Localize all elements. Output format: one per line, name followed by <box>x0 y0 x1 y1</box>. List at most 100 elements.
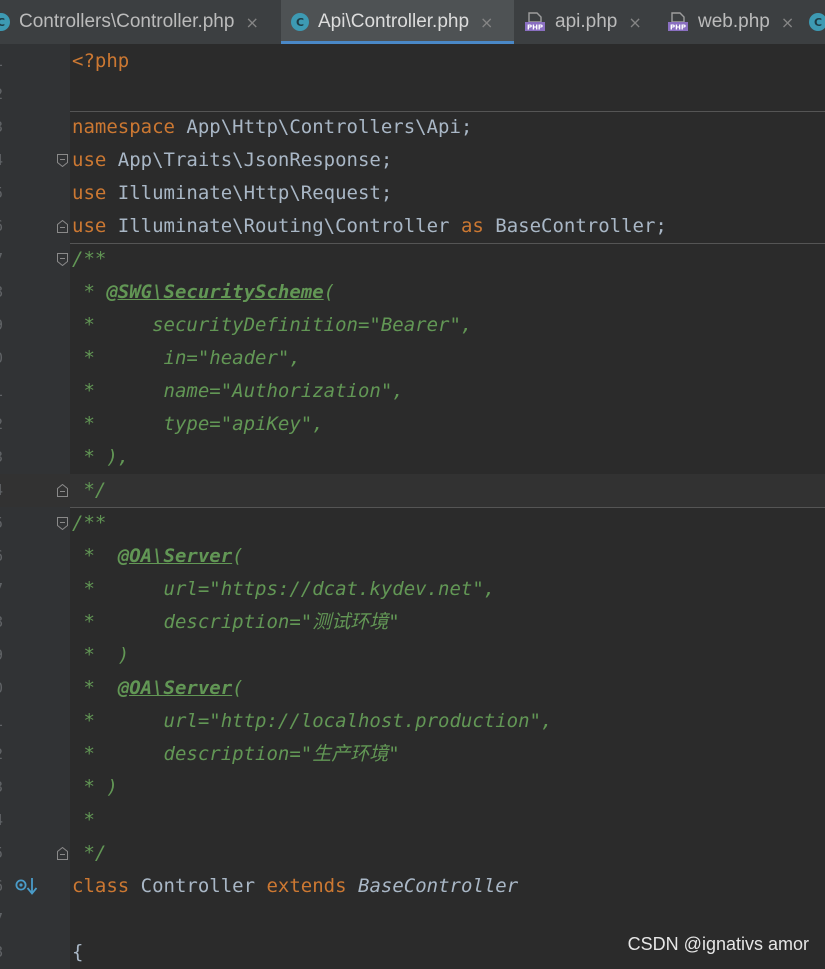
code-line: 1 * name="Authorization", <box>0 375 825 408</box>
line-text: namespace App\Http\Controllers\Api; <box>72 116 473 138</box>
code-line: 8 * description="测试环境" <box>0 606 825 639</box>
code-line: 5 */ <box>0 837 825 870</box>
line-text: * ) <box>72 644 130 666</box>
line-text: use Illuminate\Routing\Controller as Bas… <box>72 215 667 237</box>
php-class-icon: C <box>809 13 825 31</box>
line-text: /** <box>72 248 107 270</box>
close-icon[interactable]: × <box>245 13 258 32</box>
code-line: 9 * securityDefinition="Bearer", <box>0 309 825 342</box>
line-number: 8 <box>0 606 14 639</box>
editor-tab-bar: C Controllers\Controller.php × C Api\Con… <box>0 0 825 45</box>
line-text: /** <box>72 512 107 534</box>
fold-collapse-icon[interactable] <box>57 517 68 530</box>
code-line: 5 /** <box>0 507 825 540</box>
fold-collapse-icon[interactable] <box>57 154 68 167</box>
close-icon[interactable]: × <box>781 13 794 32</box>
line-number: 2 <box>0 408 14 441</box>
php-class-icon: C <box>0 13 10 31</box>
line-text: class Controller extends BaseController <box>72 875 519 897</box>
line-number: 7 <box>0 903 14 936</box>
svg-text:PHP: PHP <box>527 24 543 32</box>
overrides-method-icon[interactable] <box>14 876 38 898</box>
line-text: * type="apiKey", <box>72 413 324 435</box>
tab-web-php[interactable]: PHP web.php × <box>667 0 807 44</box>
line-number: 7 <box>0 243 14 276</box>
line-number: 0 <box>0 672 14 705</box>
line-number: 4 <box>0 804 14 837</box>
tab-label: api.php <box>555 11 618 32</box>
fold-end-icon[interactable] <box>57 484 68 497</box>
code-line: 7 <box>0 903 825 936</box>
code-line: 4 use App\Traits\JsonResponse; <box>0 144 825 177</box>
code-line: 1 <?php <box>0 45 825 78</box>
line-text: * ), <box>72 446 130 468</box>
line-number: 2 <box>0 78 14 111</box>
line-number: 0 <box>0 342 14 375</box>
line-text: * ) <box>72 776 118 798</box>
line-number: 4 <box>0 474 14 507</box>
fold-end-icon[interactable] <box>57 220 68 233</box>
line-text: * @SWG\SecurityScheme( <box>72 281 336 303</box>
tab-controllers-controller[interactable]: C Controllers\Controller.php × <box>0 0 274 44</box>
code-line: 9 * ) <box>0 639 825 672</box>
tab-api-php[interactable]: PHP api.php × <box>524 0 659 44</box>
line-text: { <box>72 941 84 963</box>
code-line: 3 namespace App\Http\Controllers\Api; <box>0 111 825 144</box>
line-number: 5 <box>0 177 14 210</box>
line-text: use App\Traits\JsonResponse; <box>72 149 393 171</box>
svg-text:PHP: PHP <box>670 24 686 32</box>
line-text: * url="http://localhost.production", <box>72 710 553 732</box>
line-number: 2 <box>0 738 14 771</box>
code-line: 2 * description="生产环境" <box>0 738 825 771</box>
watermark: CSDN @ignativs amor <box>627 934 809 954</box>
line-number: 6 <box>0 870 14 903</box>
code-line: 2 <box>0 78 825 111</box>
php-file-icon: PHP <box>525 12 545 32</box>
code-editor[interactable]: 1 <?php 2 3 namespace App\Http\Controlle… <box>0 44 825 969</box>
line-text: * description="生产环境" <box>72 743 400 765</box>
line-text: * securityDefinition="Bearer", <box>72 314 473 336</box>
line-number: 5 <box>0 837 14 870</box>
line-number: 9 <box>0 309 14 342</box>
line-number: 8 <box>0 276 14 309</box>
line-text: */ <box>72 842 107 864</box>
tab-partial[interactable]: C <box>809 0 825 44</box>
line-number: 6 <box>0 540 14 573</box>
line-text: * @OA\Server( <box>72 545 244 567</box>
line-number: 1 <box>0 375 14 408</box>
line-number: 9 <box>0 639 14 672</box>
fold-end-icon[interactable] <box>57 847 68 860</box>
code-line: 5 use Illuminate\Http\Request; <box>0 177 825 210</box>
line-text: * url="https://dcat.kydev.net", <box>72 578 496 600</box>
code-line-current: 4 */ <box>0 474 825 507</box>
line-number: 3 <box>0 441 14 474</box>
fold-collapse-icon[interactable] <box>57 253 68 266</box>
code-line: 0 * @OA\Server( <box>0 672 825 705</box>
code-line: 6 class Controller extends BaseControlle… <box>0 870 825 903</box>
line-text: * @OA\Server( <box>72 677 244 699</box>
line-number: 5 <box>0 507 14 540</box>
line-number: 8 <box>0 936 14 969</box>
code-line: 6 use Illuminate\Routing\Controller as B… <box>0 210 825 243</box>
tab-api-controller[interactable]: C Api\Controller.php × <box>281 0 514 44</box>
line-number: 6 <box>0 210 14 243</box>
php-file-icon: PHP <box>668 12 688 32</box>
line-text: * name="Authorization", <box>72 380 404 402</box>
code-line: 4 * <box>0 804 825 837</box>
line-number: 1 <box>0 45 14 78</box>
code-line: 0 * in="header", <box>0 342 825 375</box>
code-line: 2 * type="apiKey", <box>0 408 825 441</box>
tab-label: Controllers\Controller.php <box>19 11 235 32</box>
line-number: 3 <box>0 771 14 804</box>
tab-label: web.php <box>698 11 770 32</box>
tab-label: Api\Controller.php <box>318 11 470 32</box>
close-icon[interactable]: × <box>628 13 641 32</box>
line-text: * description="测试环境" <box>72 611 400 633</box>
php-class-icon: C <box>291 13 309 31</box>
code-line: 3 * ) <box>0 771 825 804</box>
close-icon[interactable]: × <box>480 13 493 32</box>
line-text: <?php <box>72 50 130 72</box>
code-line: 3 * ), <box>0 441 825 474</box>
line-text: * <box>72 809 95 831</box>
line-number: 3 <box>0 111 14 144</box>
